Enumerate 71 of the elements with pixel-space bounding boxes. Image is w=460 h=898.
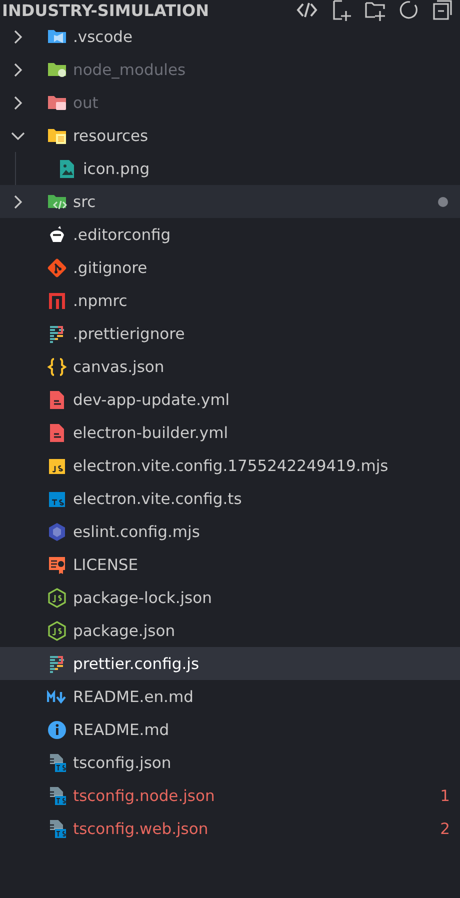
file-icon bbox=[47, 422, 67, 442]
file-tree-item[interactable]: src bbox=[0, 185, 460, 218]
file-name: .gitignore bbox=[73, 258, 148, 276]
new-folder-icon[interactable] bbox=[364, 0, 386, 21]
file-tree-item[interactable]: package-lock.json bbox=[0, 581, 460, 614]
file-name: .vscode bbox=[73, 28, 134, 46]
file-icon bbox=[47, 654, 67, 674]
file-name: node_modules bbox=[73, 60, 187, 78]
file-name: package.json bbox=[73, 622, 176, 640]
file-tree-item[interactable]: electron-builder.yml bbox=[0, 416, 460, 449]
file-name: tsconfig.web.json bbox=[73, 820, 210, 838]
explorer-title: INDUSTRY-SIMULATION bbox=[2, 0, 210, 20]
file-tree-item[interactable]: canvas.json bbox=[0, 350, 460, 383]
file-icon bbox=[47, 290, 67, 310]
collapse-icon[interactable] bbox=[432, 0, 454, 21]
file-name: electron.vite.config.ts bbox=[73, 490, 243, 508]
file-name: icon.png bbox=[83, 160, 151, 178]
file-tree-item[interactable]: dev-app-update.yml bbox=[0, 383, 460, 416]
file-tree-item[interactable]: .npmrc bbox=[0, 284, 460, 317]
file-tree-item[interactable]: electron.vite.config.ts bbox=[0, 482, 460, 515]
file-tree-item[interactable]: resources bbox=[0, 119, 460, 152]
file-name: package-lock.json bbox=[73, 588, 213, 606]
file-name: eslint.config.mjs bbox=[73, 522, 201, 540]
file-tree-item[interactable]: electron.vite.config.1755242249419.mjs bbox=[0, 449, 460, 482]
file-name: .npmrc bbox=[73, 292, 128, 310]
file-icon bbox=[47, 390, 67, 410]
file-icon bbox=[47, 818, 67, 838]
file-icon bbox=[47, 752, 67, 772]
file-name: tsconfig.node.json bbox=[73, 786, 216, 804]
file-tree-item[interactable]: tsconfig.json bbox=[0, 746, 460, 779]
file-tree-item[interactable]: README.en.md bbox=[0, 680, 460, 713]
file-name: src bbox=[73, 192, 97, 210]
file-name: README.en.md bbox=[73, 688, 194, 706]
file-icon bbox=[47, 522, 67, 542]
file-tree-item[interactable]: prettier.config.js bbox=[0, 647, 460, 680]
new-file-icon[interactable] bbox=[330, 0, 352, 21]
file-tree-item[interactable]: tsconfig.web.json 2 bbox=[0, 812, 460, 845]
file-tree-item[interactable]: .editorconfig bbox=[0, 218, 460, 251]
file-name: resources bbox=[73, 126, 150, 144]
file-name: electron.vite.config.1755242249419.mjs bbox=[73, 456, 390, 474]
problem-count: 2 bbox=[440, 820, 450, 838]
file-icon bbox=[57, 158, 77, 178]
file-tree-item[interactable]: icon.png bbox=[0, 152, 460, 185]
file-tree-item[interactable]: LICENSE bbox=[0, 548, 460, 581]
file-tree-item[interactable]: eslint.config.mjs bbox=[0, 515, 460, 548]
file-name: LICENSE bbox=[73, 556, 140, 574]
file-name: .prettierignore bbox=[73, 324, 186, 342]
problem-count: 1 bbox=[440, 786, 450, 804]
file-tree-item[interactable]: .prettierignore bbox=[0, 317, 460, 350]
file-icon bbox=[47, 324, 67, 344]
file-name: prettier.config.js bbox=[73, 654, 200, 672]
file-name: .editorconfig bbox=[73, 226, 172, 244]
file-name: dev-app-update.yml bbox=[73, 390, 231, 408]
file-icon bbox=[47, 620, 67, 640]
file-name: README.md bbox=[73, 720, 170, 738]
file-tree-item[interactable]: package.json bbox=[0, 614, 460, 647]
file-icon bbox=[47, 588, 67, 608]
file-tree-item[interactable]: tsconfig.node.json 1 bbox=[0, 779, 460, 812]
file-name: canvas.json bbox=[73, 358, 166, 376]
file-icon bbox=[47, 356, 67, 376]
file-tree-item[interactable]: README.md bbox=[0, 713, 460, 746]
file-name: tsconfig.json bbox=[73, 754, 172, 772]
file-name: out bbox=[73, 94, 100, 112]
file-icon bbox=[47, 554, 67, 574]
file-icon bbox=[47, 786, 67, 806]
file-icon bbox=[47, 224, 67, 244]
file-tree-item[interactable]: .vscode bbox=[0, 20, 460, 53]
file-tree-item[interactable]: .gitignore bbox=[0, 251, 460, 284]
file-name: electron-builder.yml bbox=[73, 424, 230, 442]
refresh-icon[interactable] bbox=[398, 0, 420, 21]
file-icon bbox=[47, 720, 67, 740]
